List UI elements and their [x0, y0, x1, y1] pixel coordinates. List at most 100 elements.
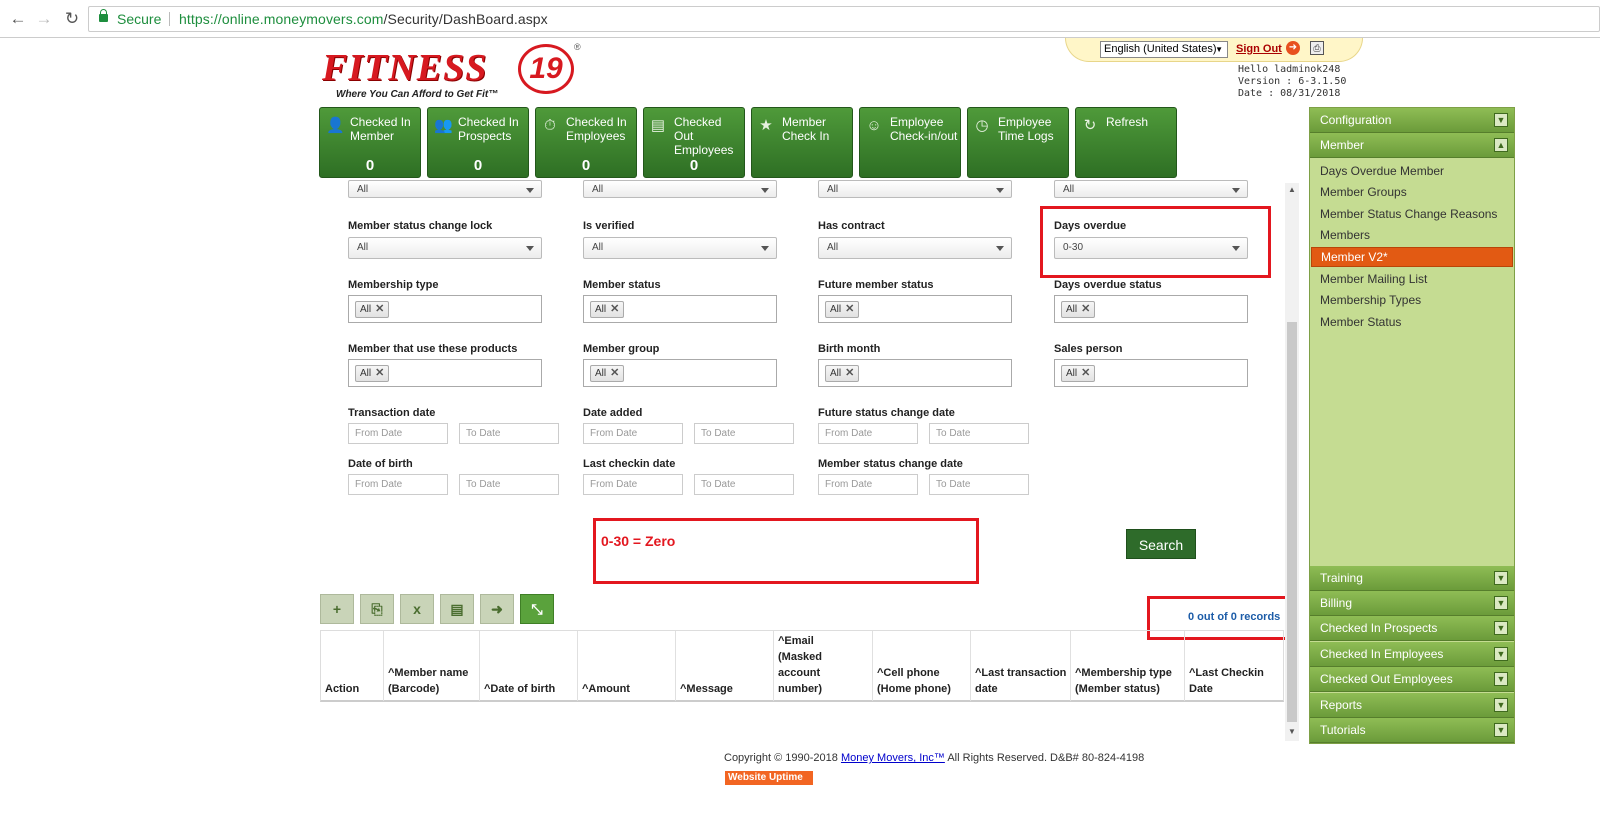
scroll-up-arrow-icon[interactable]: ▲ [1285, 185, 1299, 197]
section-checked-in-prospects[interactable]: Checked In Prospects ▼ [1310, 616, 1514, 641]
tile-checked-in-employees[interactable]: ⏱ Checked In Employees 0 [535, 107, 637, 178]
export-icon[interactable]: ➜ [480, 594, 514, 624]
date-added-to[interactable]: To Date [694, 423, 794, 444]
section-member[interactable]: Member ▲ [1310, 133, 1514, 158]
excel-icon[interactable]: x [400, 594, 434, 624]
scroll-down-arrow-icon[interactable]: ▼ [1285, 727, 1299, 739]
sidebar-item-member-status-change-reasons[interactable]: Member Status Change Reasons [1320, 207, 1497, 221]
col-membership-type[interactable]: ^Membership type (Member status) [1071, 631, 1185, 701]
col-last-checkin-date[interactable]: ^Last Checkin Date [1185, 631, 1283, 701]
sidebar-item-member-mailing-list[interactable]: Member Mailing List [1320, 272, 1427, 286]
section-checked-in-employees[interactable]: Checked In Employees ▼ [1310, 642, 1514, 667]
remove-chip-icon[interactable]: ✕ [375, 302, 384, 317]
chip-all[interactable]: All ✕ [355, 365, 390, 382]
remove-chip-icon[interactable]: ✕ [1081, 302, 1090, 317]
section-training[interactable]: Training ▼ [1310, 566, 1514, 591]
sidebar-item-member-v2[interactable]: Member V2* [1311, 247, 1513, 267]
date-added-from[interactable]: From Date [583, 423, 683, 444]
collapse-icon[interactable]: ⤡ [520, 594, 554, 624]
remove-chip-icon[interactable]: ✕ [610, 366, 619, 381]
filter-select-top-2[interactable]: All [583, 180, 777, 198]
last-checkin-to-date[interactable]: To Date [694, 474, 794, 495]
sidebar-item-member-status[interactable]: Member Status [1320, 315, 1401, 329]
language-select[interactable]: English (United States) [1100, 41, 1228, 58]
tile-checked-in-member[interactable]: 👤 Checked In Member 0 [319, 107, 421, 178]
dob-to-date[interactable]: To Date [459, 474, 559, 495]
chip-all[interactable]: All ✕ [825, 365, 860, 382]
print-icon[interactable]: ⎙ [1310, 41, 1324, 55]
sign-out-arrow-icon[interactable]: ➜ [1286, 41, 1300, 55]
transaction-from-date[interactable]: From Date [348, 423, 448, 444]
address-bar[interactable]: Secure https://online.moneymovers.com/Se… [88, 6, 1600, 32]
multiselect-sales-person[interactable]: All ✕ [1054, 359, 1248, 387]
last-checkin-from-date[interactable]: From Date [583, 474, 683, 495]
col-date-of-birth[interactable]: ^Date of birth [480, 631, 578, 701]
multiselect-membership-type[interactable]: All ✕ [348, 295, 542, 323]
dob-from-date[interactable]: From Date [348, 474, 448, 495]
remove-chip-icon[interactable]: ✕ [1081, 366, 1090, 381]
forward-arrow-icon[interactable]: → [34, 9, 54, 29]
section-tutorials[interactable]: Tutorials ▼ [1310, 718, 1514, 743]
section-billing[interactable]: Billing ▼ [1310, 591, 1514, 616]
col-member-name[interactable]: ^Member name (Barcode) [384, 631, 480, 701]
document-icon[interactable]: ▤ [440, 594, 474, 624]
chevron-up-icon[interactable]: ▲ [1494, 138, 1508, 152]
chevron-down-icon[interactable]: ▼ [1494, 596, 1508, 610]
col-email[interactable]: ^Email (Masked account number) [774, 631, 873, 701]
col-message[interactable]: ^Message [676, 631, 774, 701]
tile-checked-in-prospects[interactable]: 👥 Checked In Prospects 0 [427, 107, 529, 178]
future-status-to-date[interactable]: To Date [929, 423, 1029, 444]
sidebar-item-days-overdue-member[interactable]: Days Overdue Member [1320, 164, 1444, 178]
remove-chip-icon[interactable]: ✕ [375, 366, 384, 381]
col-action[interactable]: Action [321, 631, 384, 701]
chevron-down-icon[interactable]: ▼ [1494, 698, 1508, 712]
search-button[interactable]: Search [1126, 529, 1196, 559]
chevron-down-icon[interactable]: ▼ [1494, 113, 1508, 127]
select-has-contract[interactable]: All [818, 237, 1012, 259]
filter-select-top-4[interactable]: All [1054, 180, 1248, 198]
scrollbar-thumb[interactable] [1287, 322, 1297, 722]
tile-refresh[interactable]: ↻ Refresh [1075, 107, 1177, 178]
transaction-to-date[interactable]: To Date [459, 423, 559, 444]
status-change-to-date[interactable]: To Date [929, 474, 1029, 495]
multiselect-member-products[interactable]: All ✕ [348, 359, 542, 387]
status-change-from-date[interactable]: From Date [818, 474, 918, 495]
chevron-down-icon[interactable]: ▼ [1494, 621, 1508, 635]
multiselect-member-status[interactable]: All ✕ [583, 295, 777, 323]
chevron-down-icon[interactable]: ▼ [1494, 672, 1508, 686]
remove-chip-icon[interactable]: ✕ [610, 302, 619, 317]
chevron-down-icon[interactable]: ▼ [1494, 723, 1508, 737]
sidebar-item-membership-types[interactable]: Membership Types [1320, 293, 1421, 307]
sidebar-item-member-groups[interactable]: Member Groups [1320, 185, 1407, 199]
col-last-transaction-date[interactable]: ^Last transaction date [971, 631, 1071, 701]
pdf-icon[interactable]: ⎘ [360, 594, 394, 624]
section-checked-out-employees[interactable]: Checked Out Employees ▼ [1310, 667, 1514, 692]
tile-employee-check-in-out[interactable]: ☺ Employee Check-in/out [859, 107, 961, 178]
chip-all[interactable]: All ✕ [355, 301, 390, 318]
add-button[interactable]: + [320, 594, 354, 624]
col-amount[interactable]: ^Amount [578, 631, 676, 701]
reload-icon[interactable]: ↻ [62, 9, 82, 29]
tile-checked-out-employees[interactable]: ▤ Checked Out Employees 0 [643, 107, 745, 178]
tile-member-check-in[interactable]: ★ Member Check In [751, 107, 853, 178]
sign-out-link[interactable]: Sign Out [1236, 43, 1282, 55]
money-movers-link[interactable]: Money Movers, Inc™ [841, 752, 945, 764]
chip-all[interactable]: All ✕ [825, 301, 860, 318]
multiselect-days-overdue-status[interactable]: All ✕ [1054, 295, 1248, 323]
multiselect-future-member-status[interactable]: All ✕ [818, 295, 1012, 323]
chip-all[interactable]: All ✕ [590, 365, 625, 382]
select-is-verified[interactable]: All [583, 237, 777, 259]
chip-all[interactable]: All ✕ [1061, 301, 1096, 318]
tile-employee-time-logs[interactable]: ◷ Employee Time Logs [967, 107, 1069, 178]
website-uptime-badge[interactable]: Website Uptime [725, 771, 813, 785]
chip-all[interactable]: All ✕ [1061, 365, 1096, 382]
chevron-down-icon[interactable]: ▼ [1494, 647, 1508, 661]
fitness19-logo[interactable]: FITNESS 19 ® Where You Can Afford to Get… [322, 42, 582, 104]
future-status-from-date[interactable]: From Date [818, 423, 918, 444]
chevron-down-icon[interactable]: ▼ [1494, 571, 1508, 585]
remove-chip-icon[interactable]: ✕ [845, 366, 854, 381]
section-configuration[interactable]: Configuration ▼ [1310, 108, 1514, 133]
col-cell-phone[interactable]: ^Cell phone (Home phone) [873, 631, 971, 701]
select-member-status-change-lock[interactable]: All [348, 237, 542, 259]
multiselect-member-group[interactable]: All ✕ [583, 359, 777, 387]
